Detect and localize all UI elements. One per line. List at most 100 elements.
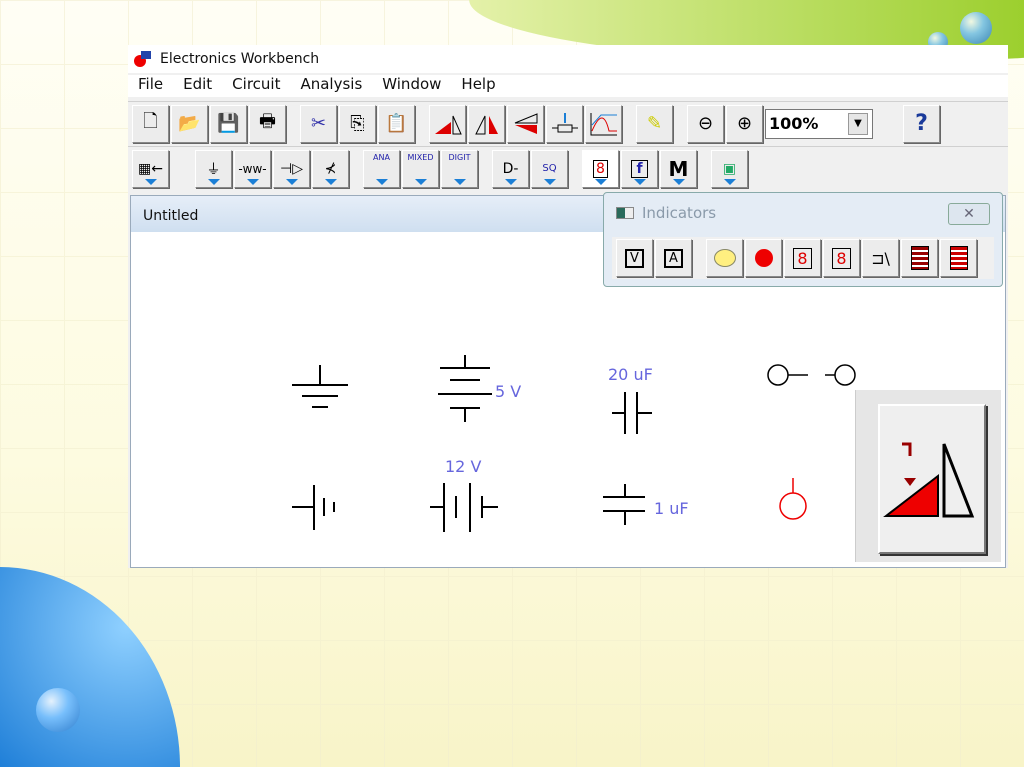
print-button[interactable]: 🖶 xyxy=(249,104,286,143)
description-button[interactable]: ✎ xyxy=(636,104,673,143)
title-bar: Electronics Workbench xyxy=(128,45,1008,73)
water-drop-decoration xyxy=(36,688,80,732)
instruments-bin-button[interactable]: ▣ xyxy=(711,149,748,188)
function-icon: f xyxy=(631,159,648,178)
digital-ics-bin-button[interactable]: DIGIT xyxy=(441,149,478,188)
battery-symbol-5v[interactable] xyxy=(438,355,492,422)
folder-open-icon: 📂 xyxy=(178,113,201,134)
seven-segment-icon: 8 xyxy=(832,247,851,269)
probe-button[interactable] xyxy=(745,239,782,277)
miscellaneous-bin-button[interactable]: M xyxy=(660,149,697,188)
seven-segment-display-button[interactable]: 8 xyxy=(784,239,821,277)
ground-symbol[interactable] xyxy=(292,365,348,408)
probe-symbol[interactable] xyxy=(779,478,807,520)
controls-bin-button[interactable]: f xyxy=(621,149,658,188)
menu-window[interactable]: Window xyxy=(372,75,451,97)
resistor-icon: -ww- xyxy=(238,161,267,176)
diodes-bin-button[interactable]: ⊣▷ xyxy=(273,149,310,188)
zoom-out-button[interactable]: ⊖ xyxy=(687,104,724,143)
seven-segment-icon: 8 xyxy=(593,159,608,178)
cell-symbol[interactable] xyxy=(292,485,335,530)
paste-button[interactable]: 📋 xyxy=(378,104,415,143)
open-button[interactable]: 📂 xyxy=(171,104,208,143)
connector-symbol[interactable] xyxy=(825,364,856,386)
logic-gates-bin-button[interactable]: D- xyxy=(492,149,529,188)
seven-segment-icon: 8 xyxy=(793,247,812,269)
zoom-level-value: 100% xyxy=(769,114,819,133)
save-button[interactable]: 💾 xyxy=(210,104,247,143)
bargraph-icon xyxy=(910,246,929,270)
sources-bin-button[interactable]: ⏚ xyxy=(195,149,232,188)
water-drop-decoration xyxy=(960,12,992,44)
menu-bar: File Edit Circuit Analysis Window Help xyxy=(128,75,1008,97)
rotate-button[interactable] xyxy=(429,104,466,143)
capacitor-symbol-1uf[interactable] xyxy=(603,484,645,525)
graph-icon xyxy=(590,112,617,135)
rotate-icon xyxy=(883,442,975,518)
panel-icon xyxy=(616,207,634,219)
help-label: ? xyxy=(915,111,928,136)
menu-edit[interactable]: Edit xyxy=(173,75,222,97)
app-icon xyxy=(134,51,152,67)
cut-button[interactable]: ✂ xyxy=(300,104,337,143)
indicators-bin-button[interactable]: 8 xyxy=(582,149,619,188)
basic-bin-button[interactable]: -ww- xyxy=(234,149,271,188)
app-title: Electronics Workbench xyxy=(160,51,320,67)
menu-help[interactable]: Help xyxy=(451,75,505,97)
rotate-button-enlarged[interactable] xyxy=(878,404,986,554)
close-icon: ✕ xyxy=(963,206,975,222)
buzzer-icon: ⊐\ xyxy=(871,248,890,268)
bargraph-button[interactable] xyxy=(901,239,938,277)
capacitor-symbol-20uf[interactable] xyxy=(612,392,652,434)
bulb-icon xyxy=(713,249,736,267)
flip-vertical-icon xyxy=(514,112,537,134)
floppy-icon: 💾 xyxy=(217,113,240,134)
zoom-in-button[interactable]: ⊕ xyxy=(726,104,763,143)
flip-horizontal-icon xyxy=(474,115,498,134)
printer-icon: 🖶 xyxy=(259,110,276,132)
menu-analysis[interactable]: Analysis xyxy=(290,75,372,97)
component-properties-button[interactable] xyxy=(546,104,583,143)
favorites-bin-button[interactable]: ▦← xyxy=(132,149,169,188)
menu-circuit[interactable]: Circuit xyxy=(222,75,290,97)
misc-icon: M xyxy=(668,156,689,181)
digital-bin-button[interactable]: SQ xyxy=(531,149,568,188)
rotate-button-zoomed xyxy=(855,390,1001,562)
indicators-panel-header[interactable]: Indicators xyxy=(604,193,1002,233)
indicators-toolbar: V A 8 8 ⊐\ xyxy=(612,237,994,279)
flip-horizontal-button[interactable] xyxy=(468,104,505,143)
ammeter-button[interactable]: A xyxy=(655,239,692,277)
ammeter-icon: A xyxy=(664,248,683,268)
analysis-graphs-button[interactable] xyxy=(585,104,622,143)
help-button[interactable]: ? xyxy=(903,104,940,143)
bulb-button[interactable] xyxy=(706,239,743,277)
capacitor-value-label: 1 uF xyxy=(654,499,689,518)
flip-vertical-button[interactable] xyxy=(507,104,544,143)
transistors-bin-button[interactable]: ⊀ xyxy=(312,149,349,188)
capacitor-value-label: 20 uF xyxy=(608,365,653,384)
indicators-panel: Indicators ✕ V A 8 8 ⊐\ xyxy=(603,192,1003,287)
close-button[interactable]: ✕ xyxy=(948,203,990,225)
menu-file[interactable]: File xyxy=(128,75,173,97)
connector-symbol[interactable] xyxy=(767,364,808,386)
zoom-level-select[interactable]: 100% ▼ xyxy=(765,108,873,139)
pencil-icon: ✎ xyxy=(646,113,663,134)
mixed-ics-bin-button[interactable]: MIXED xyxy=(402,149,439,188)
decoded-seven-segment-button[interactable]: 8 xyxy=(823,239,860,277)
digital-ic-label: DIGIT xyxy=(448,152,471,162)
copy-button[interactable]: ⎘ xyxy=(339,104,376,143)
scissors-icon: ✂ xyxy=(310,113,327,134)
voltmeter-button[interactable]: V xyxy=(616,239,653,277)
buzzer-button[interactable]: ⊐\ xyxy=(862,239,899,277)
clipboard-icon: 📋 xyxy=(385,113,408,134)
battery-symbol-12v[interactable] xyxy=(430,483,498,532)
copy-icon: ⎘ xyxy=(350,113,365,134)
analog-ic-label: ANA xyxy=(373,152,390,162)
indicators-panel-title: Indicators xyxy=(642,204,717,222)
analog-ics-bin-button[interactable]: ANA xyxy=(363,149,400,188)
chevron-down-icon[interactable]: ▼ xyxy=(848,112,868,135)
decoded-bargraph-button[interactable] xyxy=(940,239,977,277)
transistor-icon: ⊀ xyxy=(324,160,337,177)
document-title: Untitled xyxy=(143,208,199,224)
new-button[interactable]: 🗋 xyxy=(132,104,169,143)
